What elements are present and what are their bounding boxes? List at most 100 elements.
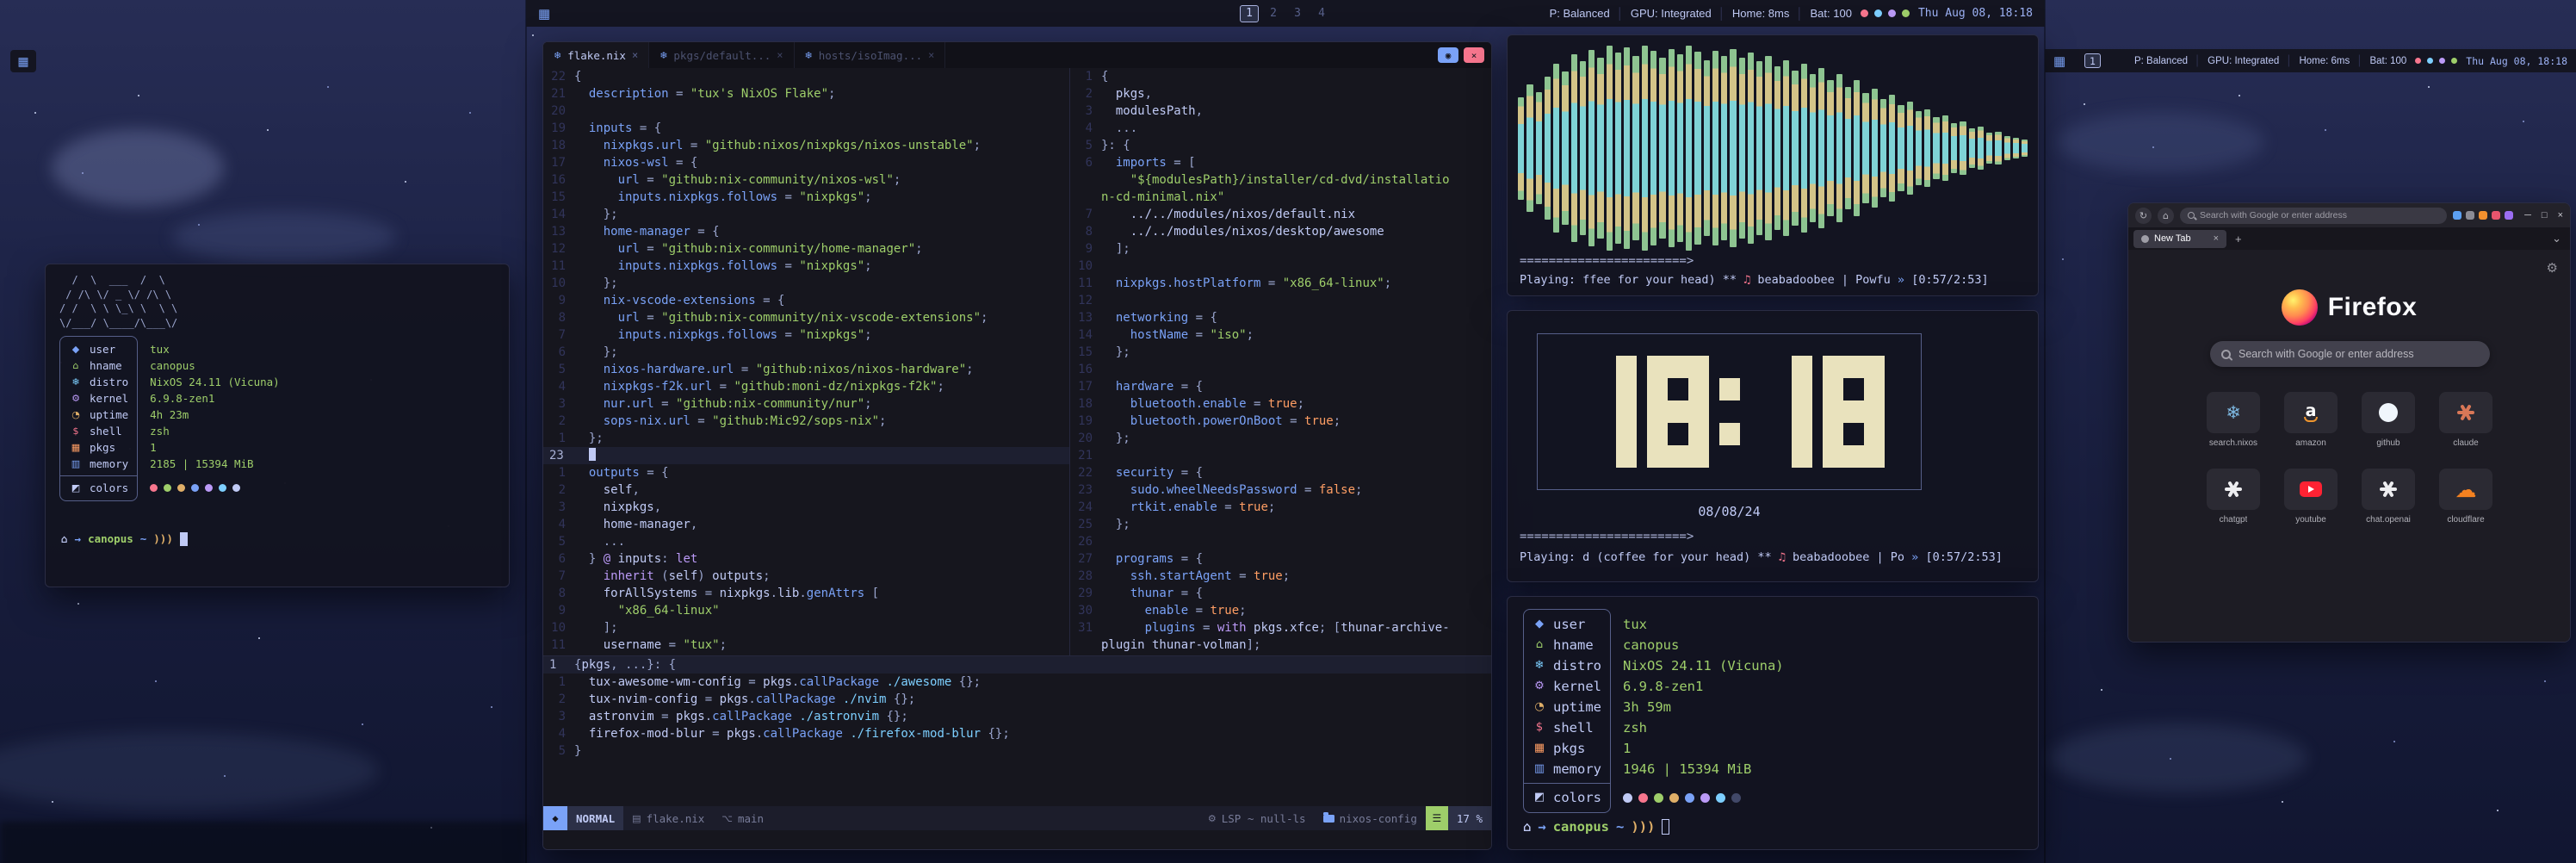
editor-tab-flake-nix[interactable]: ❄flake.nix× [543, 42, 649, 68]
code-line: 1 tux-awesome-wm-config = pkgs.callPacka… [543, 674, 1491, 691]
tray-icon[interactable] [1902, 9, 1910, 17]
new-tab-button[interactable]: + [2232, 233, 2245, 245]
firefox-window[interactable]: ↻ ⌂ Search with Google or enter address … [2127, 202, 2571, 643]
shortcut-search-nixos[interactable]: ❄search.nixos [2207, 392, 2260, 448]
line-number: 15 [1070, 344, 1101, 361]
line-number: 30 [1070, 602, 1101, 619]
shell-prompt[interactable]: ⌂→canopus~))) [1523, 816, 1669, 837]
terminal-fetch-right[interactable]: ◆user⌂hname❄distro⚙kernel◔uptime$shell▦p… [1507, 596, 2039, 850]
code-token: callPackage [799, 675, 879, 689]
close-button[interactable]: × [2558, 210, 2563, 220]
code-token: { [1196, 552, 1203, 566]
list-tabs-icon[interactable]: ⌄ [2548, 232, 2565, 245]
editor-tab-pkgs-default-[interactable]: ❄pkgs/default...× [649, 42, 794, 68]
workspace-1[interactable]: 1 [2084, 53, 2101, 68]
search-bar[interactable]: Search with Google or enter address [2210, 341, 2490, 367]
audio-waveform [1518, 46, 2028, 251]
clock-cell [1823, 445, 1843, 468]
clock-date: 08/08/24 [1537, 504, 1922, 519]
nix-file-icon: ❄ [659, 50, 667, 61]
extension-icon[interactable] [2466, 211, 2474, 220]
shortcut-amazon[interactable]: aamazon [2284, 392, 2338, 448]
reload-button[interactable]: ↻ [2135, 208, 2152, 224]
workspace-1[interactable]: 1 [1240, 5, 1259, 22]
visualizer-bar [1624, 47, 1630, 248]
editor-tab-hosts-isoImag-[interactable]: ❄hosts/isoImag...× [795, 42, 946, 68]
status-item: Bat: 100 [2369, 56, 2406, 66]
minimize-button[interactable]: ─ [2524, 210, 2531, 220]
extension-icon[interactable] [2479, 211, 2487, 220]
tray-icon[interactable] [2415, 58, 2421, 64]
buffer-close-button[interactable]: × [1464, 47, 1484, 63]
clock-panel[interactable]: 08/08/24 =======================> Playin… [1507, 310, 2039, 582]
shortcut-label: claude [2453, 438, 2478, 448]
workspace-4[interactable]: 4 [1312, 5, 1331, 22]
tray-icon[interactable] [2451, 58, 2457, 64]
tray-icon[interactable] [2427, 58, 2433, 64]
track-time: [0:57/2:53] [1904, 273, 1989, 287]
clock-cell [1719, 423, 1740, 445]
tray-icon[interactable] [1874, 9, 1882, 17]
fetch-shell-icon: $ [1533, 717, 1546, 738]
visualizer-bar [1607, 46, 1613, 251]
close-tab-icon[interactable]: × [2214, 233, 2219, 244]
maximize-button[interactable]: □ [2542, 210, 2548, 220]
editor-pane-iso[interactable]: 1{2 pkgs,3 modulesPath,4 ...5}: {6 impor… [1070, 68, 1491, 655]
launcher-icon[interactable]: ▦ [538, 6, 550, 22]
code-line: 22{ [543, 68, 1069, 85]
extension-icon[interactable] [2505, 211, 2513, 220]
buffer-pick-button[interactable]: ◉ [1438, 47, 1458, 63]
home-button[interactable]: ⌂ [2158, 208, 2174, 224]
shell-prompt[interactable]: ⌂→canopus~))) [61, 531, 188, 547]
shortcut-card: ❄ [2207, 392, 2260, 433]
visualizer-bar [1827, 80, 1833, 215]
visualizer-bar [2022, 140, 2028, 156]
code-line: 21 [1070, 447, 1491, 464]
url-bar[interactable]: Search with Google or enter address [2180, 208, 2447, 224]
code-token: nixpkgs [720, 587, 771, 600]
tray-icon[interactable] [1888, 9, 1896, 17]
fetch-label-row: ▥memory [1533, 759, 1601, 779]
code-text: inherit (self) outputs; [574, 568, 771, 585]
shortcut-cloudflare[interactable]: ☁cloudflare [2439, 469, 2492, 525]
personalize-gear-icon[interactable]: ⚙ [2547, 260, 2558, 276]
editor-pane-flake[interactable]: 22{21 description = "tux's NixOS Flake";… [543, 68, 1070, 655]
launcher-icon[interactable]: ▦ [2053, 53, 2065, 69]
shortcut-claude[interactable]: claude [2439, 392, 2492, 448]
track-time: [0:57/2:53] [1918, 550, 2003, 564]
code-token: true [1268, 397, 1297, 411]
tray-icon[interactable] [2439, 58, 2445, 64]
neovim-window[interactable]: ❄flake.nix×❄pkgs/default...×❄hosts/isoIm… [542, 41, 1492, 850]
tab-new-tab[interactable]: New Tab × [2133, 230, 2226, 248]
code-token: description [574, 87, 669, 101]
tab-close-icon[interactable]: × [928, 49, 934, 61]
tab-close-icon[interactable]: × [777, 49, 783, 61]
code-token: outputs [574, 466, 640, 480]
url-placeholder: Search with Google or enter address [2200, 210, 2347, 220]
code-token: = [1232, 569, 1254, 583]
visualizer-bar [1580, 61, 1586, 235]
shortcut-youtube[interactable]: youtube [2284, 469, 2338, 525]
shortcut-chatgpt[interactable]: chatgpt [2207, 469, 2260, 525]
tab-close-icon[interactable]: × [632, 49, 638, 61]
shortcut-chat-openai[interactable]: chat.openai [2362, 469, 2415, 525]
tray-icon[interactable] [1861, 9, 1868, 17]
fetch-label-row: ⚙kernel [1533, 676, 1601, 697]
code-token: "nixpkgs" [799, 328, 864, 342]
launcher-chip[interactable]: ▦ [10, 50, 36, 72]
command-line[interactable] [543, 830, 1491, 849]
clock-cell [1719, 378, 1740, 400]
extension-icon[interactable] [2453, 211, 2461, 220]
extension-icon[interactable] [2492, 211, 2500, 220]
workspace-2[interactable]: 2 [1264, 5, 1283, 22]
code-text: }: { [1101, 137, 1130, 154]
terminal-fetch-left[interactable]: / \ ___ / \ / /\ \/ _ \/ /\ \ / / \ \ \_… [45, 264, 510, 587]
music-visualizer-panel[interactable]: =======================> Playing: ffee f… [1507, 34, 2039, 296]
code-line: 28 ssh.startAgent = true; [1070, 568, 1491, 585]
openai-icon [2380, 481, 2397, 498]
clock-cell [1688, 400, 1709, 423]
shortcut-github[interactable]: github [2362, 392, 2415, 448]
line-number: 8 [543, 309, 574, 326]
workspace-3[interactable]: 3 [1288, 5, 1307, 22]
editor-pane-pkgs[interactable]: 1{pkgs, ...}: {1 tux-awesome-wm-config =… [543, 655, 1491, 806]
